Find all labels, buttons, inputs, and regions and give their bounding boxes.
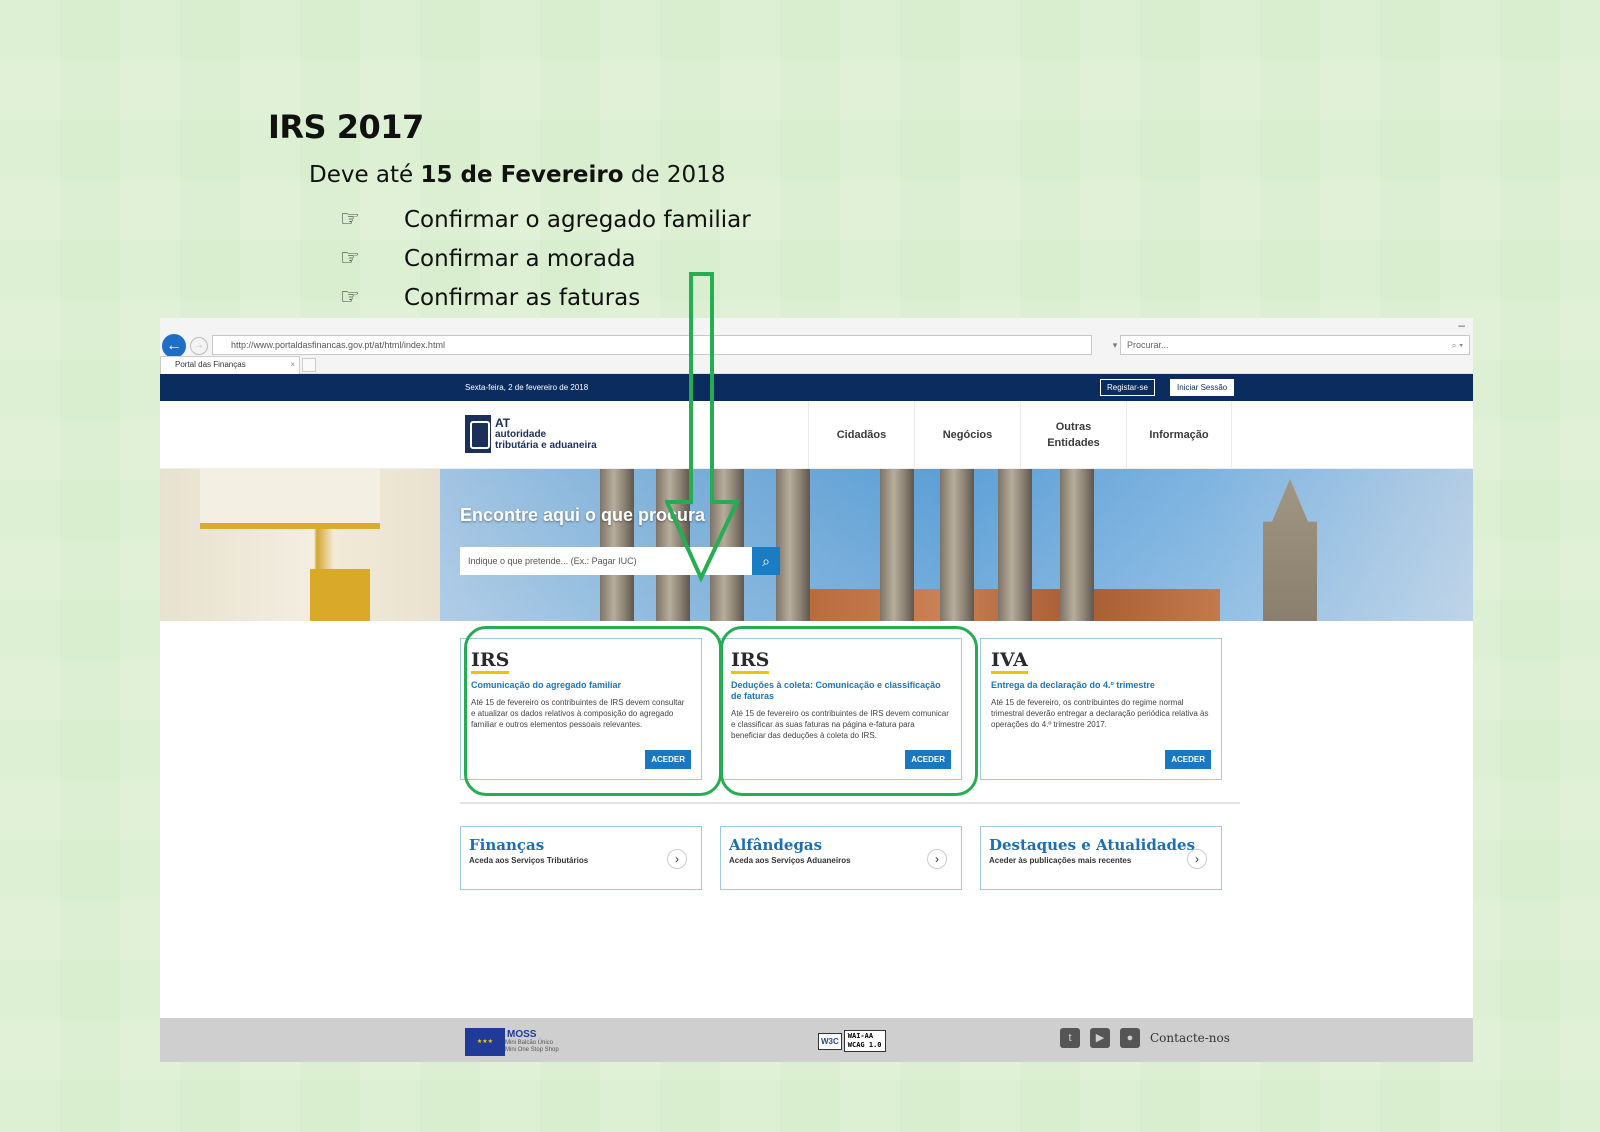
search-icon[interactable]: ⌕ xyxy=(752,547,780,575)
pointing-hand-icon: ☞ xyxy=(340,285,360,310)
aceder-button[interactable]: ACEDER xyxy=(1165,750,1211,769)
youtube-icon[interactable]: ▶ xyxy=(1090,1028,1110,1048)
back-arrow-icon[interactable]: ← xyxy=(162,334,186,358)
address-bar[interactable]: http://www.portaldasfinancas.gov.pt/at/h… xyxy=(212,335,1092,355)
chat-icon[interactable]: ● xyxy=(1120,1028,1140,1048)
login-button[interactable]: Iniciar Sessão xyxy=(1170,379,1235,396)
hero-banner: Encontre aqui o que procura Indique o qu… xyxy=(160,469,1473,621)
portal-footer: ★★★ MOSS Mini Balcão Único Mini One Stop… xyxy=(160,1018,1473,1062)
main-menu: Cidadãos Negócios Outras Entidades Infor… xyxy=(808,401,1232,469)
chevron-right-icon[interactable]: › xyxy=(667,849,687,869)
card-iva[interactable]: IVA Entrega da declaração do 4.º trimest… xyxy=(980,638,1222,780)
chevron-right-icon[interactable]: › xyxy=(1187,849,1207,869)
forward-arrow-icon[interactable]: → xyxy=(190,337,208,355)
deadline-text: Deve até 15 de Fevereiro de 2018 xyxy=(309,162,726,188)
menu-item-outras-entidades[interactable]: Outras Entidades xyxy=(1020,401,1126,469)
menu-item-negocios[interactable]: Negócios xyxy=(914,401,1020,469)
register-button[interactable]: Registar-se xyxy=(1100,379,1155,396)
pointing-hand-icon: ☞ xyxy=(340,246,360,271)
current-date: Sexta-feira, 2 de fevereiro de 2018 xyxy=(465,383,589,392)
church-photo xyxy=(160,469,440,621)
social-links: t ▶ ● Contacte-nos xyxy=(1060,1028,1230,1048)
menu-item-informacao[interactable]: Informação xyxy=(1126,401,1232,469)
down-arrow-annotation xyxy=(665,272,741,583)
divider xyxy=(460,802,1240,804)
portal-top-bar: Sexta-feira, 2 de fevereiro de 2018 Regi… xyxy=(160,374,1473,401)
chevron-right-icon[interactable]: › xyxy=(927,849,947,869)
browser-tab[interactable]: Portal das Finanças × xyxy=(160,356,300,374)
pointing-hand-icon: ☞ xyxy=(340,207,360,232)
close-icon[interactable]: × xyxy=(290,357,295,373)
deadline-date: 15 de Fevereiro xyxy=(420,162,624,188)
crest-icon xyxy=(465,415,491,453)
wcag-badge[interactable]: W3C WAI-AA WCAG 1.0 xyxy=(818,1030,886,1052)
at-logo[interactable]: AT autoridade tributária e aduaneira xyxy=(465,415,597,453)
moss-logo[interactable]: ★★★ MOSS Mini Balcão Único Mini One Stop… xyxy=(465,1028,559,1056)
link-alfandegas[interactable]: Alfândegas Aceda aos Serviços Aduaneiros… xyxy=(720,826,962,890)
arrow-shape xyxy=(665,272,741,583)
browser-chrome: ← → http://www.portaldasfinancas.gov.pt/… xyxy=(160,318,1473,374)
highlight-card-irs-faturas xyxy=(720,626,978,796)
link-destaques[interactable]: Destaques e Atualidades Aceder às public… xyxy=(980,826,1222,890)
minimize-icon[interactable]: – xyxy=(1458,318,1465,332)
contact-link[interactable]: Contacte-nos xyxy=(1150,1031,1230,1045)
twitter-icon[interactable]: t xyxy=(1060,1028,1080,1048)
portal-nav: AT autoridade tributária e aduaneira Cid… xyxy=(160,401,1473,469)
document-title: IRS 2017 xyxy=(268,108,424,146)
new-tab-button[interactable] xyxy=(302,358,316,372)
browser-search-input[interactable]: Procurar... ⌕ ▾ xyxy=(1120,335,1470,355)
menu-item-cidadaos[interactable]: Cidadãos xyxy=(808,401,914,469)
eu-flag-icon: ★★★ xyxy=(465,1028,505,1056)
search-icon: ⌕ ▾ xyxy=(1451,340,1463,350)
highlight-card-irs-agregado xyxy=(464,626,722,796)
task-item: ☞ Confirmar o agregado familiar xyxy=(340,206,751,233)
link-financas[interactable]: Finanças Aceda aos Serviços Tributários … xyxy=(460,826,702,890)
